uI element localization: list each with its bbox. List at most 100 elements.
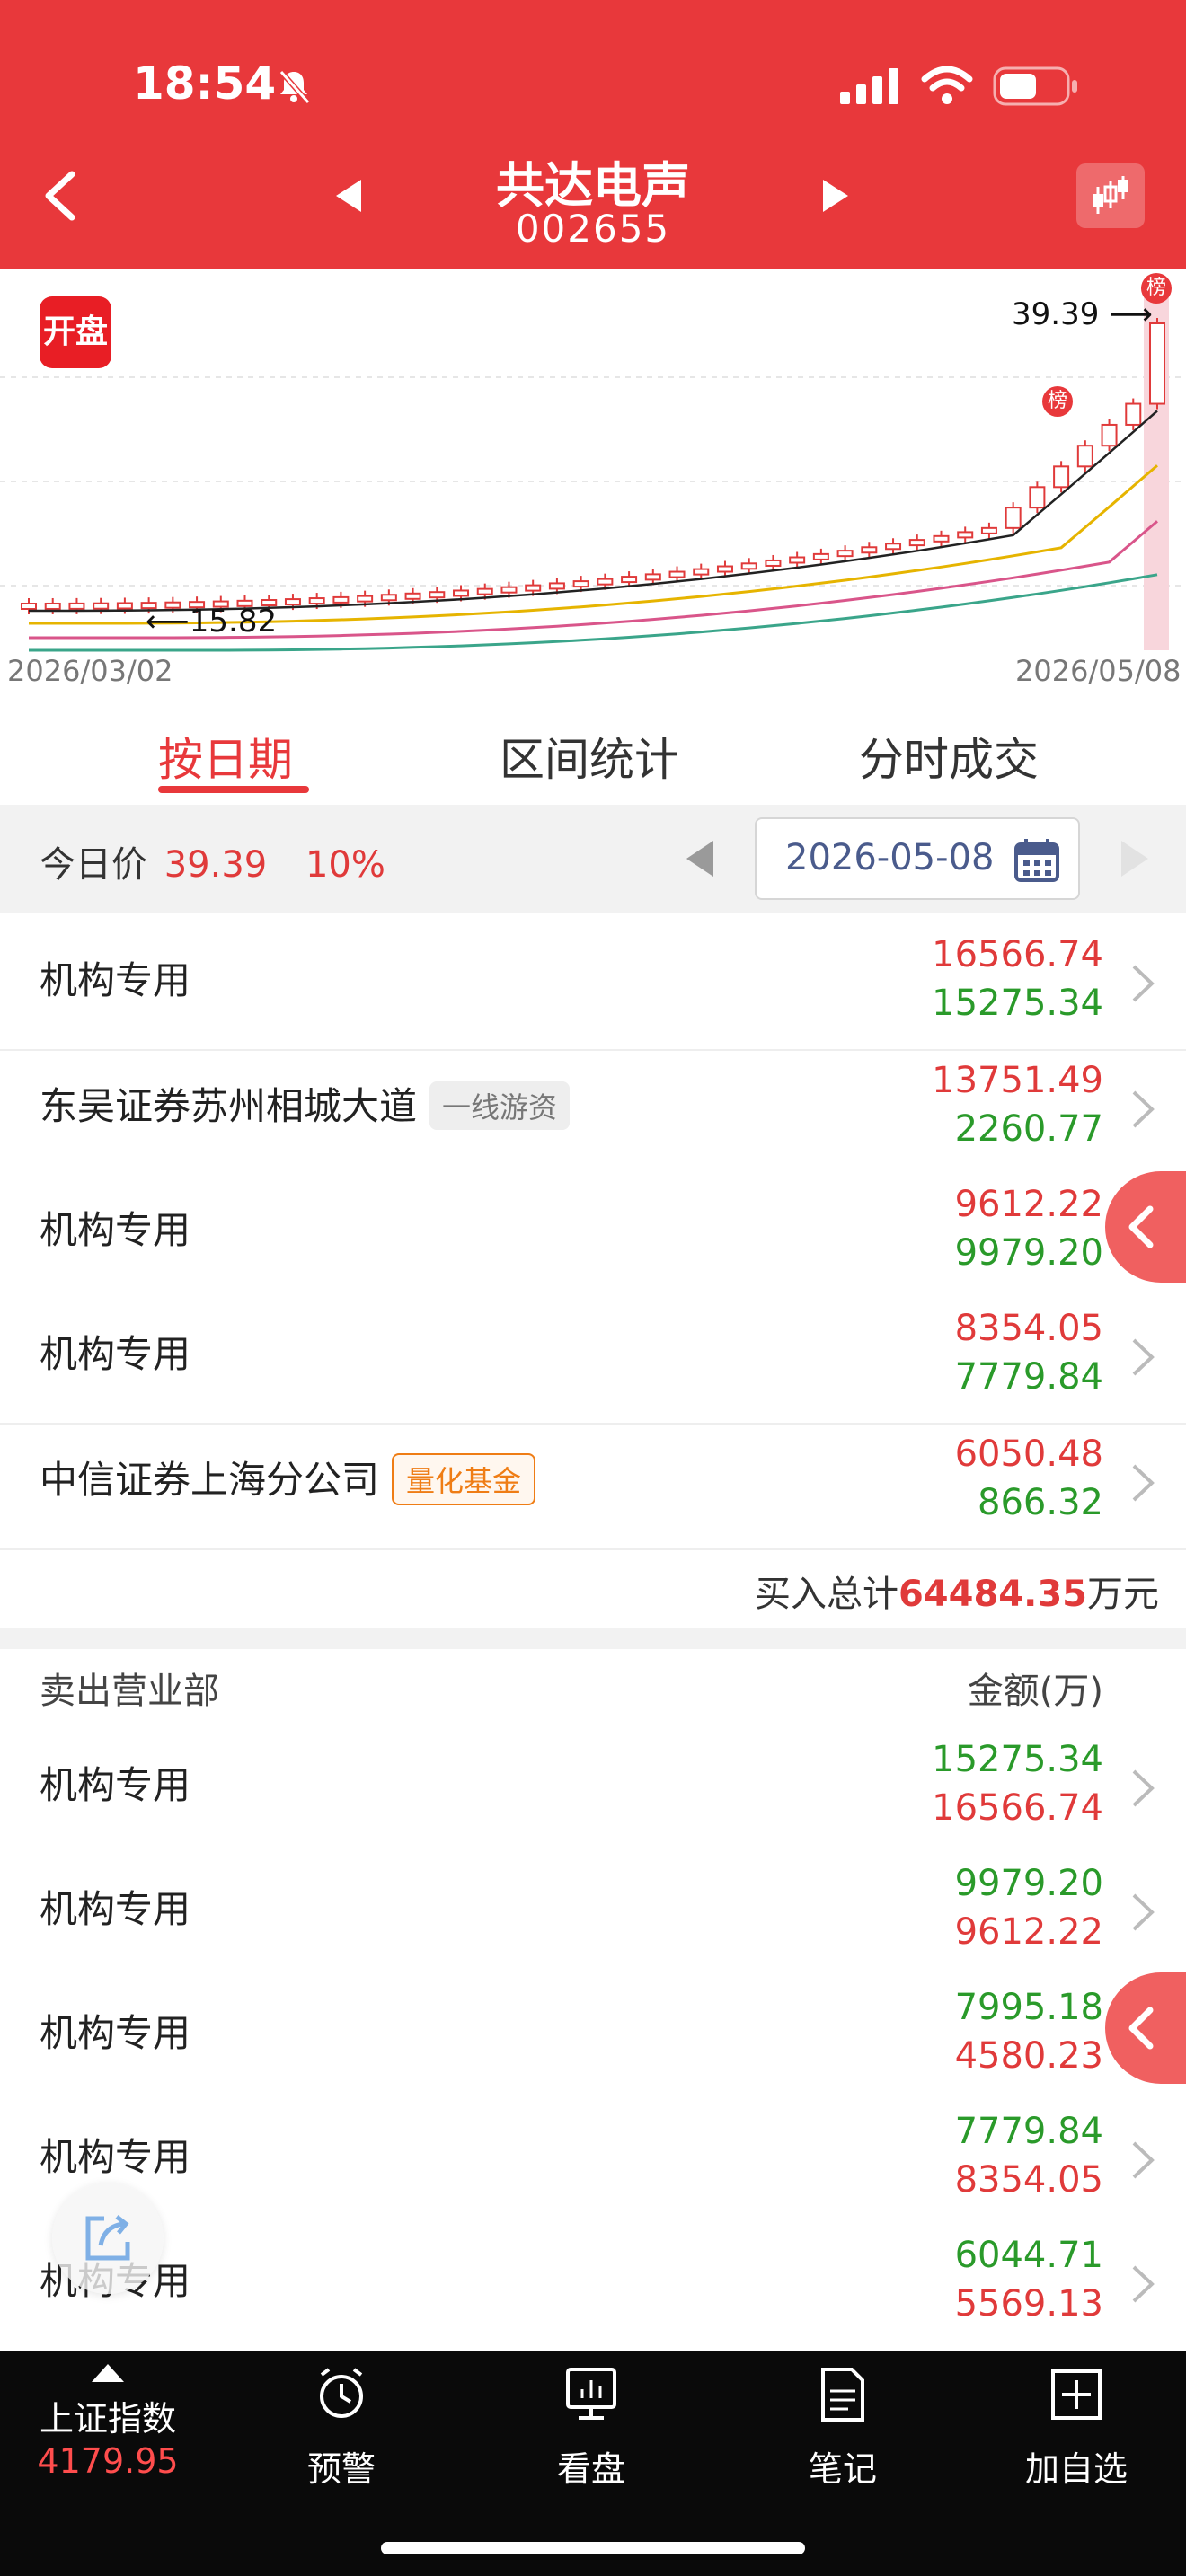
candle [476, 587, 493, 595]
candle [933, 534, 950, 543]
candle [572, 580, 589, 588]
battery-icon [993, 66, 1077, 106]
chart-end-date: 2026/05/08 [1015, 654, 1182, 688]
wifi-icon [921, 66, 973, 104]
buy-row[interactable]: 机构专用 8354.05 7779.84 [0, 1299, 1186, 1425]
tab-range-stats[interactable]: 区间统计 [500, 724, 679, 789]
quant-tag: 量化基金 [392, 1452, 536, 1505]
candle [93, 602, 110, 610]
home-indicator [381, 2542, 805, 2554]
candle [116, 602, 133, 610]
sell-header-left: 卖出营业部 [40, 1671, 219, 1712]
candle [740, 562, 757, 570]
caret-up-icon [92, 2364, 124, 2382]
chevron-right-icon [1132, 1769, 1155, 1807]
buy-row[interactable]: 机构专用 16566.74 15275.34 [0, 925, 1186, 1051]
next-date-icon[interactable] [1118, 839, 1150, 878]
candle [885, 543, 902, 551]
rank-marker-latest[interactable]: 榜 [1141, 273, 1172, 304]
trader-tag: 一线游资 [429, 1081, 571, 1130]
today-change: 10% [305, 844, 385, 886]
candle [1101, 423, 1118, 447]
chevron-right-icon [1132, 1893, 1155, 1931]
index-name[interactable]: 上证指数 [18, 2391, 198, 2440]
share-button[interactable] [52, 2183, 164, 2294]
today-price-label: 今日价 39.39 10% [40, 844, 385, 886]
chevron-right-icon [1132, 965, 1155, 1002]
candle [668, 570, 686, 578]
sell-row[interactable]: 机构专用 7779.84 8354.05 [0, 2102, 1186, 2228]
status-time: 18:54 [133, 57, 277, 110]
nav-add-watchlist[interactable]: 加自选 [987, 2351, 1166, 2540]
candle [500, 586, 518, 594]
tab-tick-trades[interactable]: 分时成交 [859, 724, 1039, 789]
low-price-label: ⟵15.82 [146, 604, 278, 640]
candle [1149, 322, 1165, 405]
selected-date: 2026-05-08 [785, 837, 995, 878]
note-icon [821, 2368, 864, 2422]
candle [332, 595, 350, 604]
candle [789, 556, 806, 564]
chart-start-date: 2026/03/02 [7, 654, 173, 688]
today-price: 39.39 [164, 844, 268, 886]
chevron-left-icon [1128, 1205, 1154, 1248]
candle [308, 597, 325, 605]
candle [836, 550, 854, 558]
tab-by-date[interactable]: 按日期 [158, 724, 293, 789]
candle [693, 568, 710, 576]
candle [453, 589, 470, 597]
sell-row[interactable]: 机构专用 6044.71 5569.13 [0, 2226, 1186, 2350]
buy-total: 买入总计64484.35万元 [754, 1574, 1159, 1615]
section-divider [0, 1628, 1186, 1649]
candle [357, 595, 374, 603]
candle [1076, 445, 1093, 468]
buy-total-value: 64484.35 [898, 1574, 1087, 1615]
next-stock-icon[interactable] [819, 178, 852, 214]
buy-row[interactable]: 中信证券上海分公司 量化基金 6050.48 866.32 [0, 1425, 1186, 1550]
candle [716, 565, 733, 573]
sell-row[interactable]: 机构专用 15275.34 16566.74 [0, 1730, 1186, 1856]
kline-toggle-button[interactable] [1076, 163, 1145, 228]
rank-marker-earlier[interactable]: 榜 [1042, 386, 1073, 417]
chevron-right-icon [1132, 1090, 1155, 1128]
candle [980, 526, 997, 534]
sell-row[interactable]: 机构专用 9979.20 9612.22 [0, 1854, 1186, 1980]
candle [644, 573, 661, 581]
chevron-right-icon [1132, 2265, 1155, 2303]
monitor-chart-icon [566, 2368, 616, 2420]
candle [1029, 486, 1046, 509]
stock-code: 002655 [515, 207, 671, 251]
candle [908, 539, 925, 547]
high-price-label: 39.39 ⟶ [1012, 296, 1153, 332]
calendar-icon [1014, 839, 1059, 882]
chevron-right-icon [1132, 2141, 1155, 2179]
open-market-badge[interactable]: 开盘 [40, 296, 111, 368]
nav-watch[interactable]: 看盘 [501, 2351, 681, 2540]
alarm-clock-icon [320, 2368, 363, 2418]
candle [68, 602, 85, 610]
candle [861, 546, 878, 554]
candle [548, 582, 565, 590]
nav-alert[interactable]: 预警 [252, 2351, 431, 2540]
candle [765, 559, 782, 567]
chevron-left-icon [1128, 2007, 1154, 2050]
date-picker[interactable]: 2026-05-08 [755, 817, 1080, 900]
candle [404, 592, 421, 600]
candle [21, 603, 37, 610]
plus-box-icon [1051, 2369, 1102, 2420]
buy-row[interactable]: 机构专用 9612.22 9979.20 [0, 1175, 1186, 1301]
top-bar: 18:54 共达电声 002655 [0, 0, 1186, 269]
chevron-right-icon [1132, 1464, 1155, 1502]
buy-row[interactable]: 东吴证券苏州相城大道 一线游资 13751.49 2260.77 [0, 1051, 1186, 1177]
prev-date-icon[interactable] [685, 839, 717, 878]
candle [525, 584, 542, 592]
kline-chart[interactable]: 开盘 39.39 ⟶ ⟵15.82 2026/03/02 2026/05/08 … [0, 269, 1186, 695]
silent-bell-icon [279, 70, 311, 104]
candle [957, 531, 974, 539]
candle [597, 578, 614, 586]
active-tab-indicator [158, 786, 309, 793]
sell-header-right: 金额(万) [967, 1671, 1103, 1712]
candle [1053, 465, 1070, 489]
sell-row[interactable]: 机构专用 7995.18 4580.23 [0, 1978, 1186, 2104]
nav-notes[interactable]: 笔记 [753, 2351, 933, 2540]
